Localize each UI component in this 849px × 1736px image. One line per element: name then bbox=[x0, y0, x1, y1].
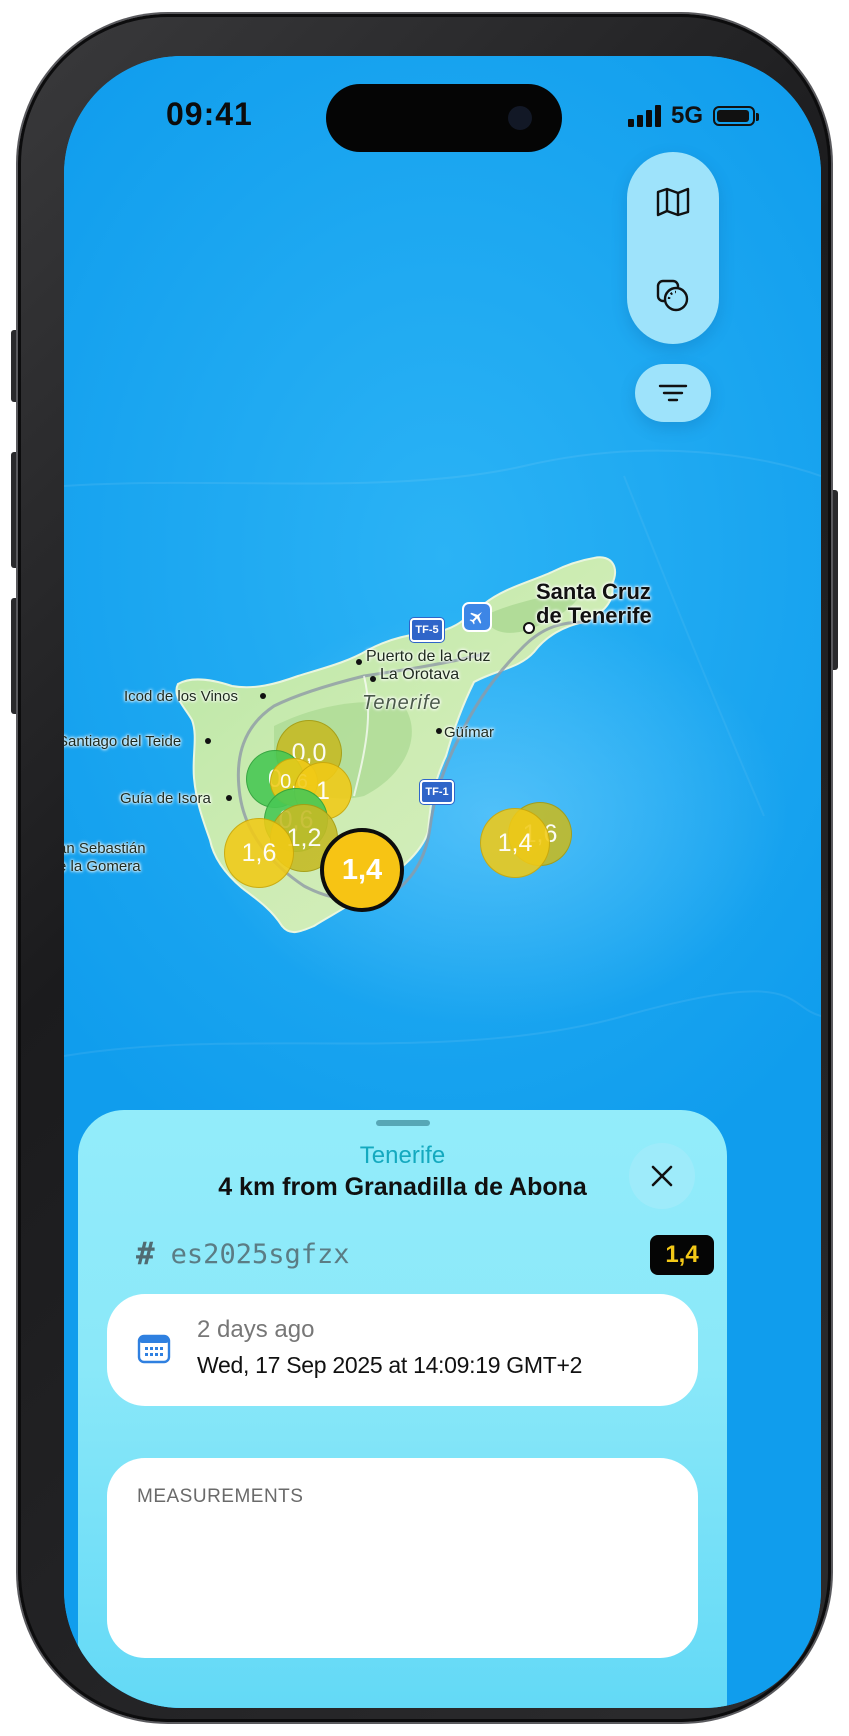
signal-icon bbox=[627, 105, 661, 127]
event-id-row[interactable]: # es2025sgfzx bbox=[136, 1236, 349, 1272]
magnitude-badge: 1,4 bbox=[650, 1235, 714, 1275]
measurements-card: MEASUREMENTS bbox=[107, 1458, 698, 1658]
map-controls bbox=[627, 152, 719, 344]
status-time: 09:41 bbox=[166, 96, 253, 132]
power-button bbox=[830, 490, 838, 670]
road-shield-tf1: TF-1 bbox=[420, 780, 454, 804]
map-icon bbox=[656, 187, 690, 217]
label-san-sebastian-2: e la Gomera bbox=[64, 858, 141, 875]
time-absolute: Wed, 17 Sep 2025 at 14:09:19 GMT+2 bbox=[197, 1352, 583, 1378]
camera-icon bbox=[508, 106, 532, 130]
label-puerto-cruz: Puerto de la Cruz bbox=[366, 648, 491, 665]
event-id: es2025sgfzx bbox=[170, 1238, 350, 1270]
time-relative: 2 days ago bbox=[197, 1316, 315, 1343]
label-la-orotava: La Orotava bbox=[380, 666, 460, 683]
road-shield-tf5: TF-5 bbox=[410, 618, 444, 642]
label-tenerife: Tenerife bbox=[362, 692, 442, 714]
label-icod: Icod de los Vinos bbox=[124, 688, 238, 705]
earthquake-detail-sheet: Tenerife 4 km from Granadilla de Abona #… bbox=[78, 1110, 727, 1708]
airport-icon bbox=[462, 602, 492, 632]
layers-button[interactable] bbox=[627, 250, 719, 342]
puerto-cruz-point bbox=[356, 659, 362, 665]
label-guimar: Güímar bbox=[444, 724, 495, 741]
filter-icon bbox=[658, 384, 688, 402]
calendar-icon bbox=[137, 1334, 171, 1364]
screen: Santa Cruz de Tenerife TF-5 TF-1 Puerto … bbox=[64, 56, 821, 1708]
measurements-title: MEASUREMENTS bbox=[137, 1486, 304, 1507]
label-guia-isora: Guía de Isora bbox=[120, 790, 211, 807]
label-santa-cruz-2: de Tenerife bbox=[536, 603, 652, 628]
guia-isora-point bbox=[226, 795, 232, 801]
phone-frame: Santa Cruz de Tenerife TF-5 TF-1 Puerto … bbox=[18, 14, 831, 1722]
la-orotava-point bbox=[370, 676, 376, 682]
close-icon bbox=[651, 1165, 673, 1187]
time-card[interactable]: 2 days ago Wed, 17 Sep 2025 at 14:09:19 … bbox=[107, 1294, 698, 1406]
status-indicators: 5G bbox=[627, 102, 759, 130]
battery-icon bbox=[713, 106, 759, 126]
santa-cruz-point bbox=[523, 622, 535, 634]
map-style-button[interactable] bbox=[627, 156, 719, 248]
filter-button[interactable] bbox=[635, 364, 711, 422]
santiago-teide-point bbox=[205, 738, 211, 744]
selected-quake-marker[interactable]: 1,4 bbox=[320, 828, 404, 912]
dynamic-island bbox=[326, 84, 562, 152]
hash-icon: # bbox=[136, 1236, 155, 1272]
guimar-point bbox=[436, 728, 442, 734]
icod-point bbox=[260, 693, 266, 699]
label-san-sebastian-1: an Sebastián bbox=[64, 840, 146, 857]
layers-icon bbox=[656, 279, 689, 312]
quake-marker[interactable]: 1,4 bbox=[480, 808, 550, 878]
close-button[interactable] bbox=[629, 1143, 695, 1209]
network-label: 5G bbox=[670, 102, 703, 129]
label-santiago-teide: Santiago del Teide bbox=[64, 733, 182, 750]
quake-marker[interactable]: 1,6 bbox=[224, 818, 294, 888]
label-santa-cruz-1: Santa Cruz bbox=[536, 579, 651, 604]
sheet-grabber[interactable] bbox=[376, 1120, 430, 1126]
